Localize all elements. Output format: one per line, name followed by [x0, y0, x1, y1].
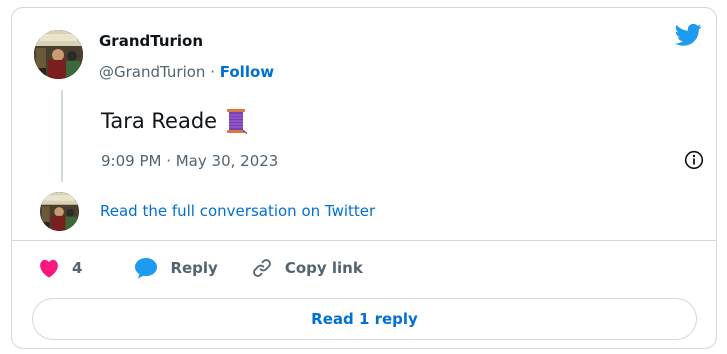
- read-replies-button[interactable]: Read 1 reply: [32, 298, 697, 340]
- actions-divider: [12, 240, 716, 241]
- reply-button[interactable]: Reply: [134, 257, 218, 279]
- author-display-name[interactable]: GrandTurion: [99, 32, 203, 50]
- reply-bubble-icon: [135, 258, 158, 279]
- reader-avatar: [40, 192, 79, 231]
- tweet-timestamp[interactable]: 9:09 PM · May 30, 2023: [101, 152, 278, 170]
- author-handle[interactable]: @GrandTurion: [99, 63, 205, 81]
- likes-count: 4: [72, 259, 83, 277]
- heart-icon: [40, 259, 58, 278]
- follow-link[interactable]: Follow: [220, 63, 274, 81]
- twitter-logo-icon[interactable]: [675, 23, 702, 47]
- spool-of-thread-icon: [227, 109, 248, 134]
- author-avatar[interactable]: [34, 30, 83, 79]
- thread-connector-line: [61, 90, 63, 182]
- copy-link-button[interactable]: Copy link: [251, 257, 363, 279]
- copy-link-label: Copy link: [284, 259, 363, 277]
- handle-separator: ·: [205, 63, 220, 81]
- like-button[interactable]: 4: [38, 258, 82, 278]
- tweet-text-line: Tara Reade: [101, 108, 248, 134]
- info-icon[interactable]: [684, 150, 704, 170]
- read-full-conversation-link[interactable]: Read the full conversation on Twitter: [100, 202, 375, 220]
- tweet-actions-bar: 4 Reply Copy link: [38, 257, 363, 279]
- reply-label: Reply: [170, 259, 218, 277]
- link-icon: [252, 259, 271, 277]
- embedded-tweet-card: GrandTurion @GrandTurion · Follow Tara R…: [11, 7, 717, 349]
- tweet-text: Tara Reade: [101, 109, 218, 133]
- author-handle-line: @GrandTurion · Follow: [99, 63, 274, 81]
